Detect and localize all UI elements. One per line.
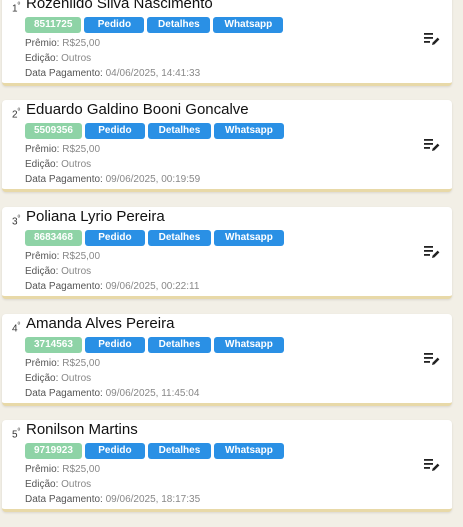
edicao-value: Outros: [61, 479, 92, 490]
premio-value: R$25,00: [62, 144, 101, 155]
ticket-code-badge: 3714563: [25, 337, 82, 353]
winner-name: Amanda Alves Pereira: [26, 315, 175, 332]
edicao-line: Edição: Outros: [25, 266, 92, 277]
detalhes-button[interactable]: Detalhes: [147, 230, 211, 246]
winner-name: Rozenildo Silva Nascimento: [26, 0, 213, 12]
data-pagamento-line: Data Pagamento: 04/06/2025, 14:41:33: [25, 68, 201, 79]
data-pagamento-value: 09/06/2025, 00:19:59: [105, 174, 201, 185]
ticket-code-badge: 9719923: [25, 443, 82, 459]
rank-number: 3º: [12, 215, 21, 228]
winner-name: Eduardo Galdino Booni Goncalve: [26, 101, 249, 118]
winner-card: 1º Rozenildo Silva Nascimento 8511725 Pe…: [2, 0, 452, 86]
edit-list-icon[interactable]: [424, 458, 440, 472]
pedido-button[interactable]: Pedido: [84, 230, 145, 246]
pedido-button[interactable]: Pedido: [84, 17, 145, 33]
rank-number: 1º: [12, 2, 21, 15]
data-pagamento-line: Data Pagamento: 09/06/2025, 18:17:35: [25, 494, 201, 505]
whatsapp-button[interactable]: Whatsapp: [213, 230, 284, 246]
action-buttons: 9719923 Pedido Detalhes Whatsapp: [25, 443, 284, 459]
whatsapp-button[interactable]: Whatsapp: [213, 17, 284, 33]
whatsapp-button[interactable]: Whatsapp: [213, 123, 284, 139]
detalhes-button[interactable]: Detalhes: [147, 337, 211, 353]
edicao-line: Edição: Outros: [25, 373, 92, 384]
winner-card: 2º Eduardo Galdino Booni Goncalve 550935…: [2, 100, 452, 192]
ticket-code-badge: 5509356: [25, 123, 82, 139]
ticket-code-badge: 8511725: [25, 17, 82, 33]
data-pagamento-value: 09/06/2025, 11:45:04: [105, 388, 200, 399]
winner-card: 4º Amanda Alves Pereira 3714563 Pedido D…: [2, 314, 452, 406]
premio-line: Prêmio: R$25,00: [25, 251, 101, 262]
action-buttons: 3714563 Pedido Detalhes Whatsapp: [25, 337, 284, 353]
detalhes-button[interactable]: Detalhes: [147, 17, 211, 33]
edicao-value: Outros: [61, 266, 92, 277]
premio-value: R$25,00: [62, 464, 101, 475]
premio-line: Prêmio: R$25,00: [25, 144, 101, 155]
edicao-line: Edição: Outros: [25, 53, 92, 64]
edit-list-icon[interactable]: [424, 245, 440, 259]
premio-value: R$25,00: [62, 251, 101, 262]
action-buttons: 8683468 Pedido Detalhes Whatsapp: [25, 230, 284, 246]
data-pagamento-value: 09/06/2025, 00:22:11: [105, 281, 200, 292]
edicao-value: Outros: [61, 373, 92, 384]
winner-name: Ronilson Martins: [26, 421, 138, 438]
edicao-value: Outros: [61, 53, 92, 64]
action-buttons: 5509356 Pedido Detalhes Whatsapp: [25, 123, 284, 139]
winner-name: Poliana Lyrio Pereira: [26, 208, 165, 225]
premio-line: Prêmio: R$25,00: [25, 464, 101, 475]
edit-list-icon[interactable]: [424, 32, 440, 46]
premio-line: Prêmio: R$25,00: [25, 358, 101, 369]
pedido-button[interactable]: Pedido: [84, 443, 145, 459]
edicao-line: Edição: Outros: [25, 159, 92, 170]
detalhes-button[interactable]: Detalhes: [147, 443, 211, 459]
edit-list-icon[interactable]: [424, 138, 440, 152]
rank-number: 2º: [12, 108, 21, 121]
data-pagamento-line: Data Pagamento: 09/06/2025, 00:19:59: [25, 174, 201, 185]
premio-value: R$25,00: [62, 38, 101, 49]
whatsapp-button[interactable]: Whatsapp: [213, 337, 284, 353]
action-buttons: 8511725 Pedido Detalhes Whatsapp: [25, 17, 284, 33]
data-pagamento-line: Data Pagamento: 09/06/2025, 11:45:04: [25, 388, 200, 399]
premio-value: R$25,00: [62, 358, 101, 369]
rank-number: 4º: [12, 322, 21, 335]
winner-card: 5º Ronilson Martins 9719923 Pedido Detal…: [2, 420, 452, 512]
pedido-button[interactable]: Pedido: [84, 123, 145, 139]
edicao-value: Outros: [61, 159, 92, 170]
edit-list-icon[interactable]: [424, 352, 440, 366]
winners-list: 1º Rozenildo Silva Nascimento 8511725 Pe…: [0, 0, 463, 527]
winner-card: 3º Poliana Lyrio Pereira 8683468 Pedido …: [2, 207, 452, 299]
premio-line: Prêmio: R$25,00: [25, 38, 101, 49]
pedido-button[interactable]: Pedido: [84, 337, 145, 353]
data-pagamento-value: 04/06/2025, 14:41:33: [105, 68, 201, 79]
data-pagamento-line: Data Pagamento: 09/06/2025, 00:22:11: [25, 281, 200, 292]
detalhes-button[interactable]: Detalhes: [147, 123, 211, 139]
ticket-code-badge: 8683468: [25, 230, 82, 246]
whatsapp-button[interactable]: Whatsapp: [213, 443, 284, 459]
data-pagamento-value: 09/06/2025, 18:17:35: [105, 494, 201, 505]
rank-number: 5º: [12, 428, 21, 441]
edicao-line: Edição: Outros: [25, 479, 92, 490]
